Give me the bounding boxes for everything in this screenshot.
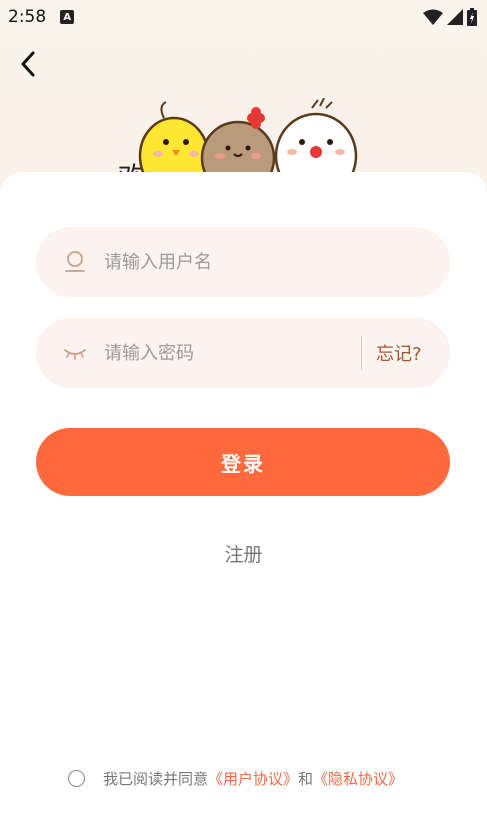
agreement-row: 我已阅读并同意 《用户协议》 和 《隐私协议》 bbox=[68, 766, 403, 790]
status-bar: 2:58 A bbox=[0, 0, 487, 34]
password-row[interactable]: 忘记? bbox=[36, 318, 450, 388]
agreement-conjunction: 和 bbox=[298, 769, 314, 788]
forgot-password-link[interactable]: 忘记? bbox=[376, 340, 422, 366]
wifi-icon bbox=[423, 9, 443, 25]
login-card: 忘记? 登录 注册 我已阅读并同意 《用户协议》 和 《隐私协议》 bbox=[0, 172, 487, 825]
register-link[interactable]: 注册 bbox=[0, 540, 487, 567]
username-input[interactable] bbox=[104, 251, 344, 273]
user-agreement-link[interactable]: 《用户协议》 bbox=[208, 768, 298, 789]
agree-checkbox[interactable] bbox=[68, 769, 85, 787]
agreement-prefix: 我已阅读并同意 bbox=[103, 769, 209, 788]
status-left: 2:58 A bbox=[8, 7, 75, 27]
login-button[interactable]: 登录 bbox=[36, 428, 450, 496]
user-icon bbox=[64, 251, 86, 273]
notification-a-icon: A bbox=[60, 10, 75, 24]
battery-icon bbox=[467, 8, 477, 26]
back-button[interactable] bbox=[12, 48, 44, 80]
status-right bbox=[423, 8, 477, 26]
divider bbox=[361, 336, 362, 370]
username-row[interactable] bbox=[36, 227, 450, 297]
signal-icon bbox=[447, 9, 463, 25]
status-time: 2:58 bbox=[8, 7, 47, 27]
eye-closed-icon[interactable] bbox=[64, 342, 86, 364]
privacy-policy-link[interactable]: 《隐私协议》 bbox=[313, 768, 403, 789]
chevron-left-icon bbox=[21, 51, 35, 77]
password-input[interactable] bbox=[104, 342, 344, 364]
